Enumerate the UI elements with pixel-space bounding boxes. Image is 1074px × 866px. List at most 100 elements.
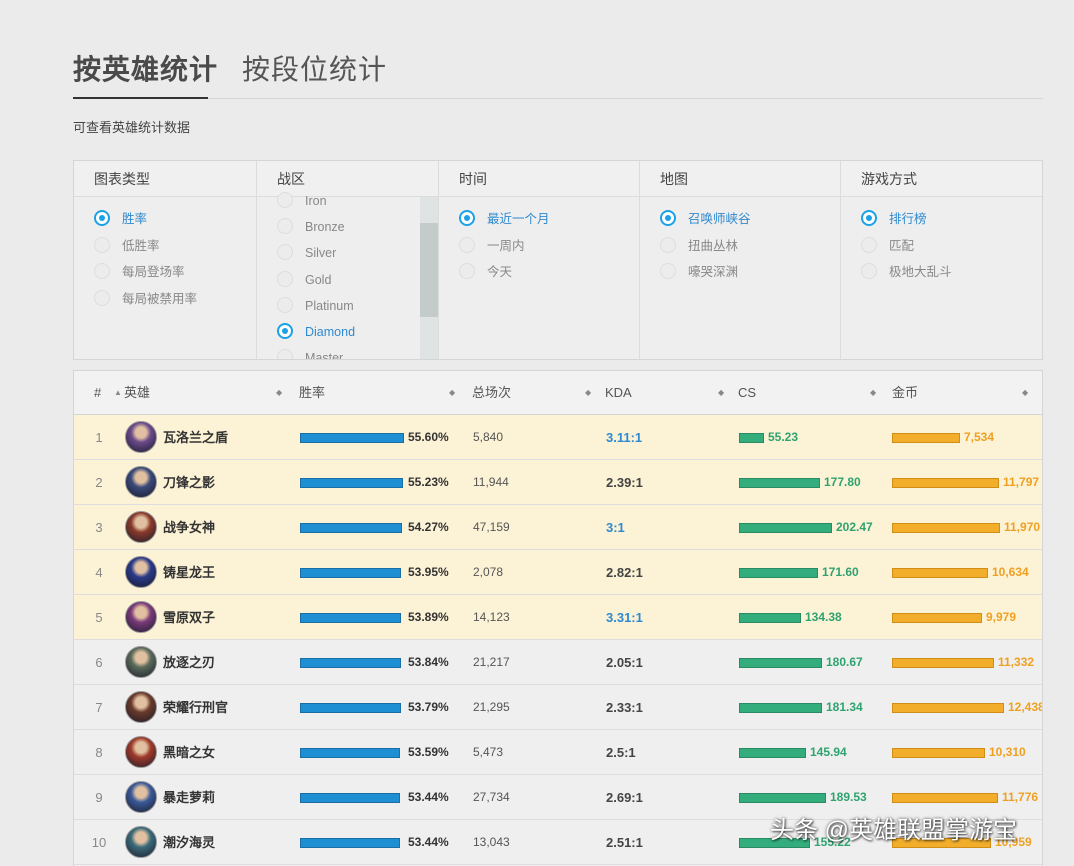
filter-option[interactable]: 每局登场率 <box>94 262 185 282</box>
gold-bar <box>892 433 960 443</box>
radio-icon[interactable] <box>94 210 110 226</box>
radio-icon[interactable] <box>459 236 475 253</box>
radio-icon[interactable] <box>94 289 110 306</box>
winrate-bar <box>300 658 401 668</box>
winrate-value: 53.44% <box>408 835 449 849</box>
radio-icon[interactable] <box>459 210 475 226</box>
hero-avatar[interactable] <box>125 556 157 588</box>
table-row[interactable]: 7 荣耀行刑官 53.79% 21,295 2.33:1 181.34 12,438 <box>74 685 1042 730</box>
radio-icon[interactable] <box>277 218 293 235</box>
radio-icon[interactable] <box>660 263 676 279</box>
table-row[interactable]: 6 放逐之刃 53.84% 21,217 2.05:1 180.67 11,332 <box>74 640 1042 685</box>
sort-icon[interactable]: ▲ <box>114 371 122 415</box>
filter-option[interactable]: 每局被禁用率 <box>94 289 197 309</box>
sort-icon[interactable]: ◆ <box>1022 371 1028 415</box>
filter-option[interactable]: Silver <box>277 243 336 263</box>
radio-icon[interactable] <box>459 263 475 279</box>
cs-value: 171.60 <box>822 565 859 579</box>
col-kda[interactable]: KDA <box>605 371 632 415</box>
sort-icon[interactable]: ◆ <box>449 371 455 415</box>
radio-icon[interactable] <box>277 296 293 313</box>
filter-option[interactable]: 扭曲丛林 <box>660 236 738 256</box>
filter-option[interactable]: Diamond <box>277 322 355 342</box>
filter-option-label: 最近一个月 <box>487 212 550 226</box>
table-row[interactable]: 5 雪原双子 53.89% 14,123 3.31:1 134.38 9,979 <box>74 595 1042 640</box>
radio-icon[interactable] <box>660 236 676 253</box>
radio-icon[interactable] <box>861 263 877 279</box>
rank-number: 7 <box>95 700 103 715</box>
cs-bar <box>739 793 826 803</box>
hero-name[interactable]: 雪原双子 <box>163 595 215 640</box>
scroll-thumb[interactable] <box>420 223 438 317</box>
filter-time: 时间 最近一个月 一周内 今天 <box>439 161 640 359</box>
table-row[interactable]: 3 战争女神 54.27% 47,159 3:1 202.47 11,970 <box>74 505 1042 550</box>
sort-icon[interactable]: ◆ <box>718 371 724 415</box>
gold-value: 11,970 <box>1004 520 1041 534</box>
hero-name[interactable]: 铸星龙王 <box>163 550 215 595</box>
hero-name[interactable]: 暴走萝莉 <box>163 775 215 820</box>
radio-icon[interactable] <box>660 210 676 226</box>
radio-icon[interactable] <box>277 349 293 359</box>
hero-name[interactable]: 战争女神 <box>163 505 215 550</box>
hero-name[interactable]: 瓦洛兰之盾 <box>163 415 228 460</box>
games-value: 5,840 <box>473 430 504 444</box>
hero-avatar[interactable] <box>125 511 157 543</box>
hero-avatar[interactable] <box>125 736 157 768</box>
col-cs[interactable]: CS <box>738 371 756 415</box>
radio-icon[interactable] <box>861 210 877 226</box>
table-row[interactable]: 4 铸星龙王 53.95% 2,078 2.82:1 171.60 10,634 <box>74 550 1042 595</box>
filter-option[interactable]: Iron <box>277 191 327 211</box>
radio-icon[interactable] <box>277 244 293 261</box>
hero-avatar[interactable] <box>125 421 157 453</box>
filter-option[interactable]: 排行榜 <box>861 209 927 229</box>
radio-icon[interactable] <box>277 323 293 339</box>
filter-option[interactable]: 召唤师峡谷 <box>660 209 751 229</box>
filter-option[interactable]: 最近一个月 <box>459 209 550 229</box>
filter-option[interactable]: 匹配 <box>861 236 914 256</box>
hero-name[interactable]: 荣耀行刑官 <box>163 685 228 730</box>
sort-icon[interactable]: ◆ <box>870 371 876 415</box>
filter-option[interactable]: 一周内 <box>459 236 525 256</box>
tab-by-hero[interactable]: 按英雄统计 <box>73 48 218 88</box>
col-hero[interactable]: 英雄 <box>124 371 150 415</box>
filter-option[interactable]: Bronze <box>277 217 345 237</box>
filter-option[interactable]: 胜率 <box>94 209 147 229</box>
col-gold[interactable]: 金币 <box>892 371 918 415</box>
hero-avatar[interactable] <box>125 466 157 498</box>
sort-icon[interactable]: ◆ <box>585 371 591 415</box>
kda-value: 2.05:1 <box>606 655 643 670</box>
hero-name[interactable]: 潮汐海灵 <box>163 820 215 865</box>
hero-name[interactable]: 放逐之刃 <box>163 640 215 685</box>
radio-icon[interactable] <box>861 236 877 253</box>
tab-by-rank[interactable]: 按段位统计 <box>242 48 387 88</box>
region-scrollbar[interactable] <box>420 197 438 359</box>
radio-icon[interactable] <box>94 263 110 279</box>
radio-icon[interactable] <box>277 270 293 287</box>
radio-icon[interactable] <box>94 236 110 253</box>
filter-option[interactable]: 极地大乱斗 <box>861 262 952 282</box>
col-rank: # <box>94 385 102 400</box>
filter-panel: 图表类型 胜率 低胜率 每局登场率 每局被禁用率 战区 Iron Bronze Silve… <box>73 160 1043 360</box>
table-row[interactable]: 1 瓦洛兰之盾 55.60% 5,840 3.11:1 55.23 7,534 <box>74 415 1042 460</box>
hero-avatar[interactable] <box>125 691 157 723</box>
filter-option[interactable]: Gold <box>277 270 331 290</box>
filter-option[interactable]: 今天 <box>459 262 512 282</box>
col-games[interactable]: 总场次 <box>472 371 511 415</box>
hero-avatar[interactable] <box>125 601 157 633</box>
hero-name[interactable]: 刀锋之影 <box>163 460 215 505</box>
hero-avatar[interactable] <box>125 826 157 858</box>
table-row[interactable]: 8 黑暗之女 53.59% 5,473 2.5:1 145.94 10,310 <box>74 730 1042 775</box>
filter-option[interactable]: Platinum <box>277 296 354 316</box>
filter-option[interactable]: 低胜率 <box>94 236 160 256</box>
hero-avatar[interactable] <box>125 781 157 813</box>
filter-option[interactable]: Master <box>277 348 343 359</box>
filter-option[interactable]: 嚎哭深渊 <box>660 262 738 282</box>
hero-avatar[interactable] <box>125 646 157 678</box>
radio-icon[interactable] <box>277 192 293 208</box>
col-winrate[interactable]: 胜率 <box>299 371 325 415</box>
hero-stats-table: # ▲ 英雄 ◆ 胜率 ◆ 总场次 ◆ KDA ◆ CS ◆ 金币 ◆ 1 瓦洛兰… <box>73 370 1043 866</box>
table-row[interactable]: 2 刀锋之影 55.23% 11,944 2.39:1 177.80 11,797 <box>74 460 1042 505</box>
hero-name[interactable]: 黑暗之女 <box>163 730 215 775</box>
kda-value: 3:1 <box>606 520 625 535</box>
sort-icon[interactable]: ◆ <box>276 371 282 415</box>
